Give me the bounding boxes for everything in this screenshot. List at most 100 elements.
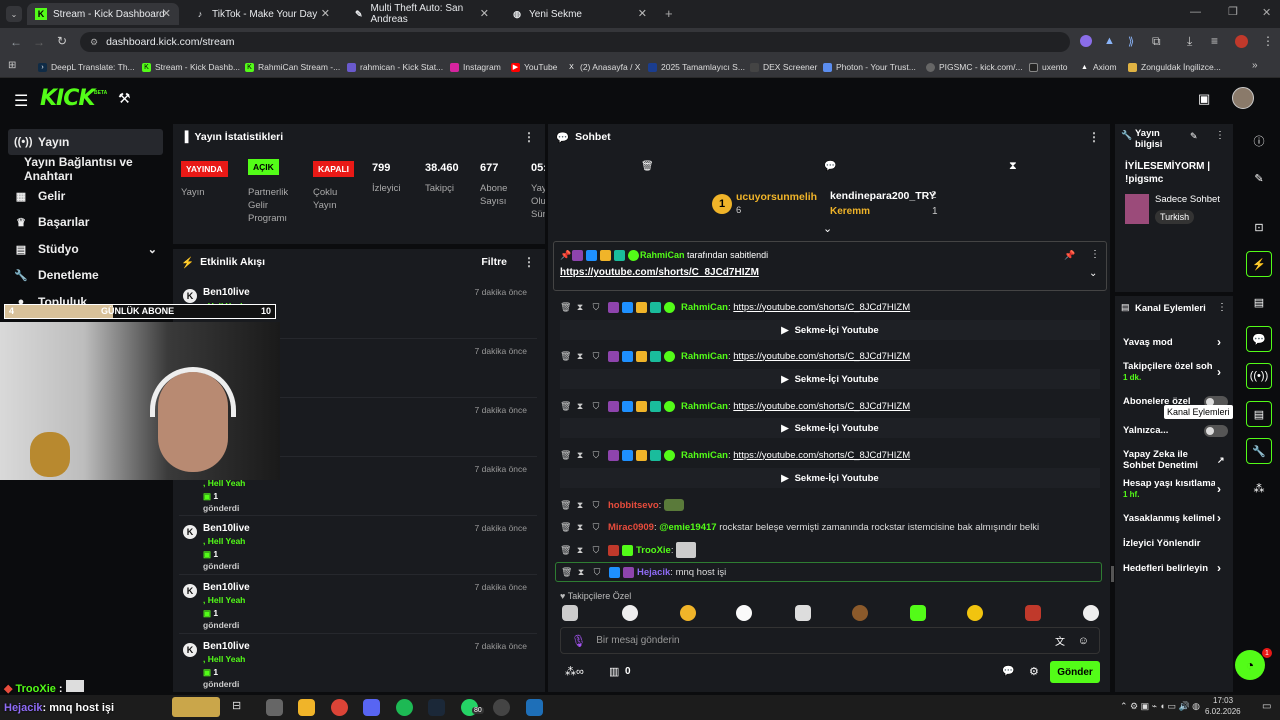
bookmark[interactable]: K RahmiCan Stream -...: [245, 59, 340, 75]
chat-message[interactable]: 🗑 ⧗ ⛉ hobbitsevo:: [560, 495, 1100, 515]
spotify-icon[interactable]: [396, 699, 413, 716]
edit-icon[interactable]: ✎: [1246, 165, 1272, 191]
discord-icon[interactable]: [363, 699, 380, 716]
send-button[interactable]: Gönder: [1050, 661, 1100, 683]
points-icon[interactable]: ⁂∞: [565, 665, 584, 678]
store-icon[interactable]: ▥: [609, 665, 619, 678]
reload-icon[interactable]: ↻: [57, 34, 67, 48]
clock-time[interactable]: 17:03: [1213, 696, 1233, 705]
chat-message[interactable]: 🗑 ⧗ ⛉ RahmiCan: https://youtube.com/shorts…: [560, 396, 1100, 416]
pinned-message[interactable]: 📌 RahmiCan tarafından sabitlendi https:/…: [553, 241, 1107, 291]
trash-icon[interactable]: 🗑: [560, 302, 571, 313]
extension-icon[interactable]: ⟫: [1128, 35, 1134, 48]
emote[interactable]: [795, 605, 811, 621]
clock-date[interactable]: 6.02.2026: [1205, 707, 1241, 716]
emote[interactable]: [622, 605, 638, 621]
tab-search-button[interactable]: ⌄: [6, 6, 22, 22]
bookmark[interactable]: Photon - Your Trust...: [823, 59, 916, 75]
youtube-embed[interactable]: ▶ Sekme-İçi Youtube: [560, 418, 1100, 438]
notifications-icon[interactable]: ▭: [1262, 701, 1271, 712]
download-icon[interactable]: ⤓: [1187, 34, 1192, 49]
edit-icon[interactable]: ✎: [1190, 131, 1198, 142]
youtube-embed[interactable]: ▶ Sekme-İçi Youtube: [560, 468, 1100, 488]
emote[interactable]: [736, 605, 752, 621]
youtube-embed[interactable]: ▶ Sekme-İçi Youtube: [560, 369, 1100, 389]
sidebar-item-denetleme[interactable]: 🔧 Denetleme: [8, 262, 163, 288]
chevron-down-icon[interactable]: ⌄: [1089, 268, 1097, 279]
bookmark[interactable]: X (2) Anasayfa / X: [567, 59, 640, 75]
chevron-right-icon[interactable]: ›: [1217, 335, 1221, 349]
forward-icon[interactable]: →: [33, 35, 45, 49]
emote[interactable]: [967, 605, 983, 621]
emote[interactable]: [910, 605, 926, 621]
user-avatar[interactable]: [1232, 87, 1254, 109]
emoji-icon[interactable]: ☺: [1078, 635, 1089, 647]
translate-icon[interactable]: 文: [1055, 633, 1065, 648]
sidebar-item-studyo[interactable]: ▤ Stüdyo ⌄: [8, 236, 163, 262]
chrome-icon[interactable]: [331, 699, 348, 716]
more-icon[interactable]: ⋮: [1217, 302, 1227, 313]
emote[interactable]: [680, 605, 696, 621]
chat-bubble-icon[interactable]: 💬: [1002, 666, 1014, 677]
chevron-right-icon[interactable]: ›: [1217, 365, 1221, 379]
external-link-icon[interactable]: ↗: [1217, 455, 1225, 466]
chevron-right-icon[interactable]: ›: [1217, 482, 1221, 496]
ai-moderation[interactable]: Yapay Zeka ile Sohbet Denetimi: [1123, 449, 1208, 471]
more-icon[interactable]: ⋮: [523, 130, 535, 144]
followers-only-chat[interactable]: Takipçilere özel soh: [1123, 361, 1218, 372]
profile-avatar[interactable]: [1235, 35, 1248, 48]
emote-only-toggle[interactable]: [1204, 425, 1228, 437]
more-icon[interactable]: ⋮: [523, 255, 535, 269]
chat-message[interactable]: 🗑 ⧗ ⛉ RahmiCan: https://youtube.com/shorts…: [560, 297, 1100, 317]
bookmark[interactable]: K Stream - Kick Dashb...: [142, 59, 240, 75]
app-icon[interactable]: [526, 699, 543, 716]
menu-dots-icon[interactable]: ⋮: [1262, 34, 1274, 48]
chat-input[interactable]: 🎙 Bir mesaj gönderin 文 ☺: [560, 627, 1100, 654]
close-icon[interactable]: ✕: [321, 7, 330, 20]
bookmark[interactable]: ▶ YouTube: [511, 59, 557, 75]
pinned-link[interactable]: https://youtube.com/shorts/C_8JCd7HIZM: [560, 267, 759, 278]
bookmark[interactable]: ▲ Axiom: [1080, 59, 1117, 75]
reading-list-icon[interactable]: ≡: [1211, 34, 1218, 48]
close-icon[interactable]: ✕: [162, 7, 171, 20]
community-icon[interactable]: ⁂: [1246, 475, 1272, 501]
sidebar-item-yayin[interactable]: ((•)) Yayın: [8, 129, 163, 155]
more-bookmarks-icon[interactable]: »: [1252, 60, 1258, 71]
apps-grid-icon[interactable]: ⊞: [8, 60, 16, 71]
bookmark[interactable]: › DeepL Translate: Th...: [38, 59, 135, 75]
extensions-puzzle-icon[interactable]: ⧉: [1152, 34, 1161, 49]
info-icon[interactable]: ⓘ: [1246, 128, 1272, 154]
close-window-button[interactable]: ✕: [1262, 6, 1271, 19]
bookmark[interactable]: uxento: [1029, 59, 1068, 75]
sidebar-item-gelir[interactable]: ▦ Gelir: [8, 183, 163, 209]
emote[interactable]: [852, 605, 868, 621]
chat-message[interactable]: 🗑 ⧗ ⛉ TrooXie:: [560, 540, 1100, 560]
tab-kick-dashboard[interactable]: K Stream - Kick Dashboard ✕: [27, 3, 179, 25]
chat-scrollbar[interactable]: [1111, 566, 1114, 582]
bolt-icon[interactable]: ⚡: [1246, 251, 1272, 277]
set-goals[interactable]: Hedefleri belirleyin: [1123, 563, 1223, 574]
bookmark[interactable]: Zonguldak İngilizce...: [1128, 59, 1221, 75]
bookmark[interactable]: PIGSMC - kick.com/...: [926, 59, 1023, 75]
raid-viewers[interactable]: İzleyici Yönlendir: [1123, 538, 1223, 549]
app-icon[interactable]: [493, 699, 510, 716]
screen-icon[interactable]: ⊡: [1246, 214, 1272, 240]
task-view-icon[interactable]: ⊟: [232, 699, 249, 716]
extension-icon[interactable]: [1080, 35, 1092, 47]
trash-icon[interactable]: 🗑: [641, 161, 654, 172]
minimize-button[interactable]: —: [1190, 6, 1201, 18]
chat-bubble-icon[interactable]: 💬: [824, 161, 836, 172]
wrench-icon[interactable]: 🔧: [1246, 438, 1272, 464]
bookmark[interactable]: Instagram: [450, 59, 501, 75]
tab-new[interactable]: ◍ Yeni Sekme ✕: [503, 3, 655, 25]
wallet-icon[interactable]: ▣: [1198, 91, 1210, 107]
maximize-button[interactable]: ❐: [1228, 5, 1238, 18]
site-settings-icon[interactable]: ⚙: [90, 37, 98, 48]
chat-message[interactable]: 🗑 ⧗ ⛉ RahmiCan: https://youtube.com/shorts…: [560, 445, 1100, 465]
banned-words[interactable]: Yasaklanmış kelimel: [1123, 513, 1215, 524]
steam-icon[interactable]: [428, 699, 445, 716]
bookmark[interactable]: 2025 Tamamlayıcı S...: [648, 59, 745, 75]
youtube-embed[interactable]: ▶ Sekme-İçi Youtube: [560, 320, 1100, 340]
account-age-restriction[interactable]: Hesap yaşı kısıtlama: [1123, 478, 1215, 489]
bookmark[interactable]: DEX Screener: [750, 59, 817, 75]
